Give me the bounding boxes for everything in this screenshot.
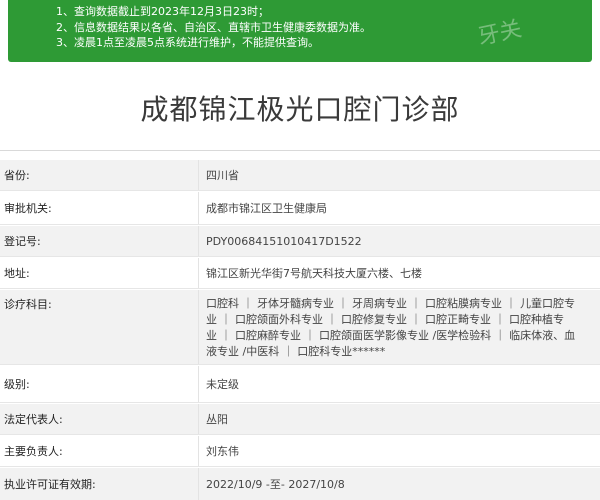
detail-label: 执业许可证有效期: [4,478,96,491]
divider [198,226,199,256]
department-line: 业 ｜ 口腔麻醉专业 ｜ 口腔颌面医学影像专业 /医学检验科 ｜ 临床体液、血 [206,329,576,342]
detail-value: 2022/10/9 -至- 2027/10/8 [206,478,345,491]
notice-banner: 1、查询数据截止到2023年12月3日23时； 2、信息数据结果以各省、自治区、… [8,0,592,62]
row-divider [0,434,600,435]
detail-label: 审批机关: [4,202,52,215]
detail-label: 地址: [4,267,30,280]
row-divider [0,466,600,467]
detail-label: 主要负责人: [4,445,63,458]
detail-value: 丛阳 [206,413,228,426]
divider [198,160,199,190]
detail-label: 级别: [4,378,30,391]
divider [198,258,199,288]
divider [198,468,199,500]
detail-value: 成都市锦江区卫生健康局 [206,202,327,215]
detail-value: 未定级 [206,378,239,391]
row-divider [0,364,600,365]
divider [198,192,199,224]
page-title: 成都锦江极光口腔门诊部 [140,93,460,126]
detail-value: PDY00684151010417D1522 [206,234,362,248]
detail-row-address: 地址: 锦江区新光华街7号航天科技大厦六楼、七楼 [0,258,600,288]
department-line: 业 ｜ 口腔颌面外科专业 ｜ 口腔修复专业 ｜ 口腔正畸专业 ｜ 口腔种植专 [206,313,564,326]
detail-label: 法定代表人: [4,413,63,426]
row-divider [0,402,600,403]
row-divider [0,288,600,289]
row-divider [0,256,600,257]
divider [198,290,199,364]
detail-value: 刘东伟 [206,445,239,458]
detail-row-legal-representative: 法定代表人: 丛阳 [0,404,600,434]
department-line: 口腔科 ｜ 牙体牙髓病专业 ｜ 牙周病专业 ｜ 口腔粘膜病专业 ｜ 儿童口腔专 [206,297,575,310]
detail-row-license-validity: 执业许可证有效期: 2022/10/9 -至- 2027/10/8 [0,468,600,500]
detail-label: 诊疗科目: [4,298,52,311]
detail-row-approval-authority: 审批机关: 成都市锦江区卫生健康局 [0,192,600,224]
detail-row-level: 级别: 未定级 [0,366,600,402]
detail-row-principal: 主要负责人: 刘东伟 [0,436,600,466]
watermark: 牙关 [475,16,525,51]
detail-row-province: 省份: 四川省 [0,160,600,190]
divider [198,404,199,434]
divider [198,436,199,466]
row-divider [0,190,600,191]
divider [198,366,199,402]
detail-value: 锦江区新光华街7号航天科技大厦六楼、七楼 [206,267,422,280]
detail-row-departments: 诊疗科目: 口腔科 ｜ 牙体牙髓病专业 ｜ 牙周病专业 ｜ 口腔粘膜病专业 ｜ … [0,290,600,364]
department-line: 液专业 /中医科 ｜ 口腔科专业****** [206,345,386,358]
detail-label: 登记号: [4,235,41,248]
detail-row-registration-no: 登记号: PDY00684151010417D1522 [0,226,600,256]
detail-value: 口腔科 ｜ 牙体牙髓病专业 ｜ 牙周病专业 ｜ 口腔粘膜病专业 ｜ 儿童口腔专 … [206,290,592,364]
row-divider [0,224,600,225]
detail-label: 省份: [4,169,30,182]
detail-value: 四川省 [206,169,239,182]
divider [0,150,600,151]
